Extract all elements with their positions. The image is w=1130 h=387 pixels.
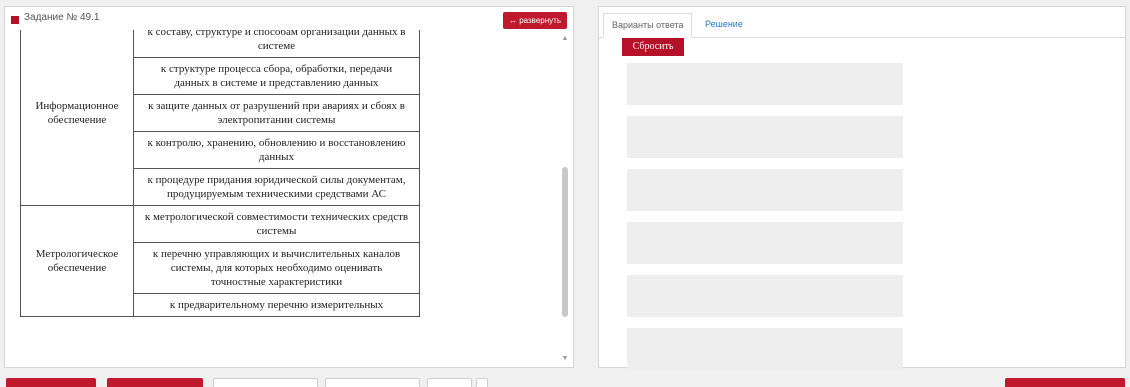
answer-slot[interactable] xyxy=(627,63,903,105)
toolbar-button[interactable] xyxy=(6,378,96,387)
table-cell: к контролю, хранению, обновлению и восст… xyxy=(133,131,420,169)
scroll-down-icon[interactable]: ▼ xyxy=(561,355,569,363)
table-row: Информационное обеспечение к составу, ст… xyxy=(20,30,420,206)
scroll-up-icon[interactable]: ▲ xyxy=(561,35,569,43)
task-marker-icon xyxy=(11,16,19,24)
toolbar-button[interactable] xyxy=(107,378,203,387)
answer-slot[interactable] xyxy=(627,275,903,317)
category-cell: Информационное обеспечение xyxy=(20,30,134,206)
toolbar-button[interactable] xyxy=(427,378,472,387)
answer-slot[interactable] xyxy=(627,222,903,264)
task-title: Задание № 49.1 xyxy=(24,12,100,23)
tab-solution[interactable]: Решение xyxy=(697,13,751,36)
table-cell: к перечню управляющих и вычислительных к… xyxy=(133,242,420,294)
table-cell: к процедуре придания юридической силы до… xyxy=(133,168,420,206)
scroll-thumb[interactable] xyxy=(562,167,568,317)
table-cell: к предварительному перечню измерительных xyxy=(133,293,420,317)
toolbar-button[interactable] xyxy=(325,378,420,387)
expand-button[interactable]: ↔ развернуть xyxy=(503,12,567,29)
requirements-table-viewport[interactable]: Информационное обеспечение к составу, ст… xyxy=(20,30,565,364)
table-cell: к структуре процесса сбора, обработки, п… xyxy=(133,57,420,95)
table-row: Метрологическое обеспечение к метрологич… xyxy=(20,205,420,317)
answer-slot[interactable] xyxy=(627,169,903,211)
task-panel: Задание № 49.1 ↔ развернуть Информационн… xyxy=(4,6,574,368)
answer-panel: Варианты ответа Решение Сбросить xyxy=(598,6,1126,370)
table-cell: к защите данных от разрушений при авария… xyxy=(133,94,420,132)
toolbar-button[interactable] xyxy=(213,378,318,387)
toolbar-button[interactable] xyxy=(1005,378,1125,387)
scrollbar[interactable]: ▲ ▼ xyxy=(561,33,569,365)
table-cell: к составу, структуре и способам организа… xyxy=(133,30,420,58)
tab-answers[interactable]: Варианты ответа xyxy=(603,13,693,38)
reset-button[interactable]: Сбросить xyxy=(622,38,684,56)
table-cell: к метрологической совместимости техничес… xyxy=(133,205,420,243)
answer-slot[interactable] xyxy=(627,116,903,158)
category-cell: Метрологическое обеспечение xyxy=(20,205,134,317)
answer-tabs: Варианты ответа Решение xyxy=(599,7,1125,38)
bottom-toolbar xyxy=(0,378,1130,387)
requirements-table: Информационное обеспечение к составу, ст… xyxy=(20,30,420,317)
toolbar-button[interactable] xyxy=(476,378,488,387)
answer-slot[interactable] xyxy=(627,328,903,370)
